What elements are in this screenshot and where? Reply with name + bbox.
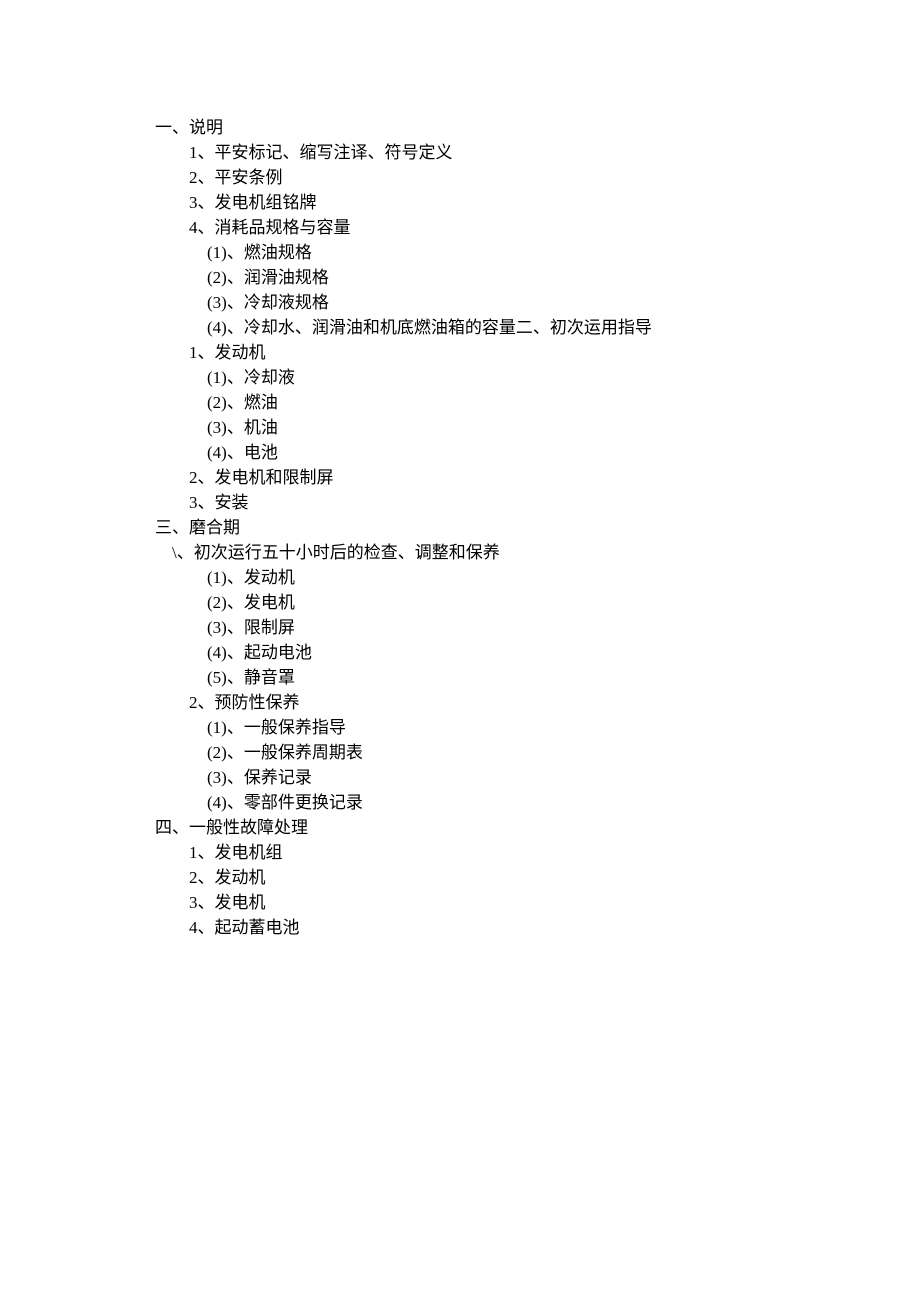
toc-line: (4)、零部件更换记录 (155, 790, 920, 815)
toc-line: (3)、保养记录 (155, 765, 920, 790)
toc-line: 1、平安标记、缩写注译、符号定义 (155, 140, 920, 165)
toc-line: 2、平安条例 (155, 165, 920, 190)
toc-line: (3)、限制屏 (155, 615, 920, 640)
toc-line: (5)、静音罩 (155, 665, 920, 690)
toc-line: (4)、冷却水、润滑油和机底燃油箱的容量二、初次运用指导 (155, 315, 920, 340)
toc-line: (2)、发电机 (155, 590, 920, 615)
toc-line: (1)、发动机 (155, 565, 920, 590)
toc-line: 3、安装 (155, 490, 920, 515)
toc-line: 4、起动蓄电池 (155, 915, 920, 940)
document-root: 一、说明 1、平安标记、缩写注译、符号定义 2、平安条例 3、发电机组铭牌 4、… (155, 115, 920, 940)
toc-line: (2)、一般保养周期表 (155, 740, 920, 765)
toc-line: (1)、冷却液 (155, 365, 920, 390)
toc-line: (3)、机油 (155, 415, 920, 440)
toc-line: 四、一般性故障处理 (155, 815, 920, 840)
toc-line: 1、发动机 (155, 340, 920, 365)
toc-line: 2、预防性保养 (155, 690, 920, 715)
toc-line: 三、磨合期 (155, 515, 920, 540)
toc-line: 3、发电机 (155, 890, 920, 915)
toc-line: \、初次运行五十小时后的检查、调整和保养 (155, 540, 920, 565)
toc-line: (2)、润滑油规格 (155, 265, 920, 290)
toc-line: (3)、冷却液规格 (155, 290, 920, 315)
toc-line: (4)、起动电池 (155, 640, 920, 665)
toc-line: 1、发电机组 (155, 840, 920, 865)
toc-line: (1)、一般保养指导 (155, 715, 920, 740)
toc-line: 4、消耗品规格与容量 (155, 215, 920, 240)
toc-line: 2、发电机和限制屏 (155, 465, 920, 490)
toc-line: 一、说明 (155, 115, 920, 140)
toc-line: (2)、燃油 (155, 390, 920, 415)
toc-line: (1)、燃油规格 (155, 240, 920, 265)
toc-line: (4)、电池 (155, 440, 920, 465)
toc-line: 2、发动机 (155, 865, 920, 890)
toc-line: 3、发电机组铭牌 (155, 190, 920, 215)
